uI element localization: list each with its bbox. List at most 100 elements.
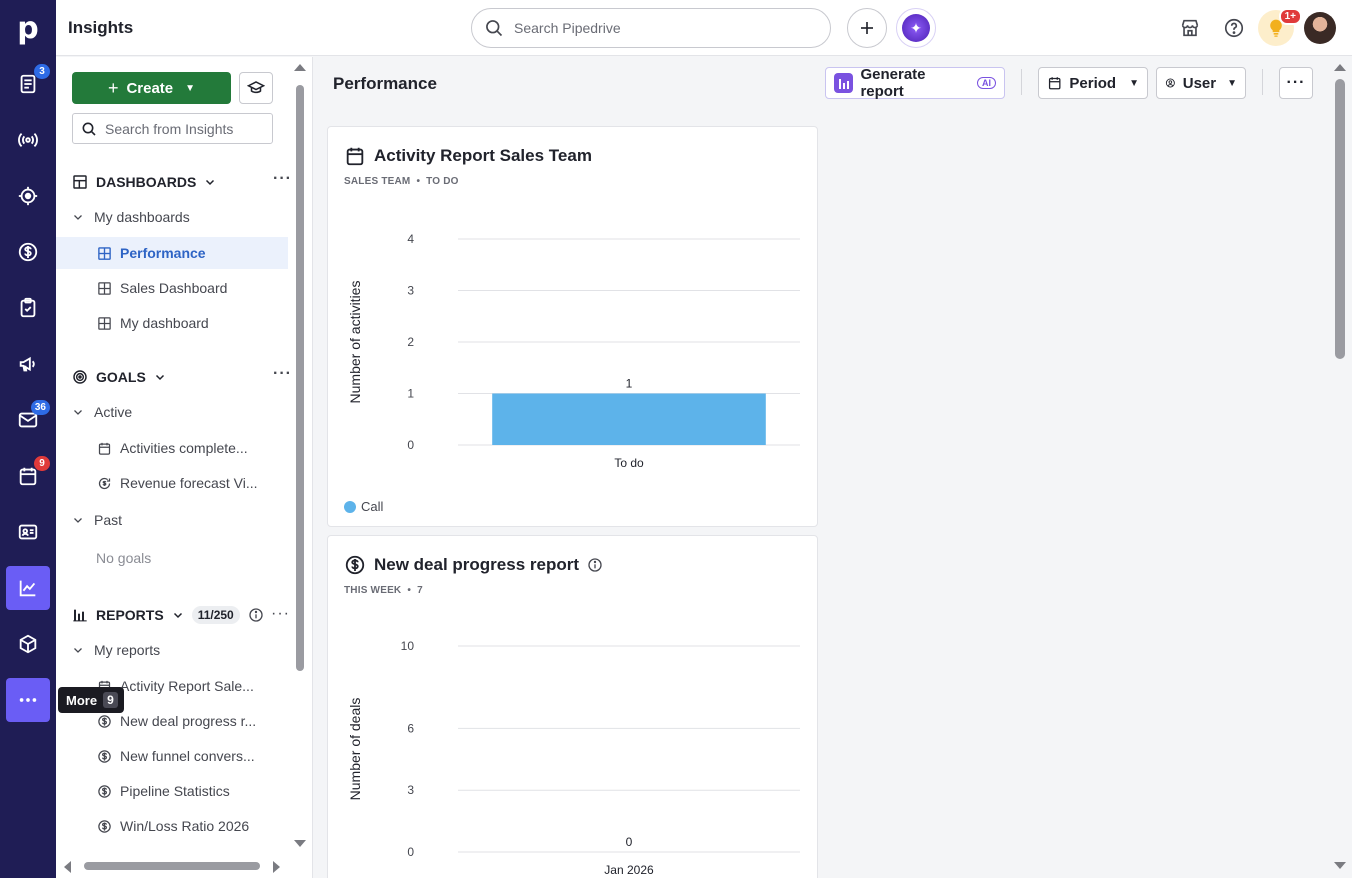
report-item-pipeline-statistics[interactable]: Pipeline Statistics <box>56 775 288 807</box>
leads-icon[interactable]: 3 <box>6 62 50 106</box>
ai-assistant-button[interactable]: ✦ <box>896 8 936 48</box>
info-icon[interactable] <box>587 557 603 573</box>
dollar-icon <box>96 713 112 729</box>
sidebar-h-scrollbar[interactable] <box>56 856 290 878</box>
goal-item-activities[interactable]: Activities complete... <box>56 432 288 464</box>
learn-button[interactable] <box>239 72 273 104</box>
active-goals-label: Active <box>94 404 133 420</box>
dashboard-item-performance[interactable]: Performance <box>56 237 288 269</box>
report-item-label: Activity Report Sale... <box>120 678 254 694</box>
report-card-deal-progress[interactable]: New deal progress report THIS WEEK • 7 N… <box>327 535 818 878</box>
contacts-icon[interactable] <box>6 510 50 554</box>
scroll-up-arrow-icon[interactable] <box>1333 62 1347 72</box>
y-tick-label: 10 <box>401 639 415 653</box>
help-icon[interactable] <box>1220 14 1248 42</box>
calendar-icon[interactable]: 9 <box>6 454 50 498</box>
h-scroll-thumb[interactable] <box>84 862 260 870</box>
scroll-down-arrow-icon[interactable] <box>293 839 307 849</box>
x-tick-label: To do <box>614 456 644 470</box>
goal-target-icon <box>73 370 87 384</box>
user-filter-button[interactable]: User ▼ <box>1156 67 1246 99</box>
sidebar-scroll-thumb[interactable] <box>296 85 304 671</box>
marketplace-icon[interactable] <box>1176 14 1204 42</box>
card-meta-count: 7 <box>417 585 423 596</box>
chart-legend[interactable]: Call <box>344 499 383 514</box>
period-filter-button[interactable]: Period ▼ <box>1038 67 1148 99</box>
reports-header[interactable]: REPORTS 11/250 <box>72 603 287 627</box>
mail-icon[interactable]: 36 <box>6 398 50 442</box>
broadcast-icon[interactable] <box>6 118 50 162</box>
dollar-icon[interactable] <box>6 230 50 274</box>
calendar-badge: 9 <box>34 456 50 471</box>
data-label: 0 <box>626 835 633 849</box>
caret-down-icon: ▼ <box>185 82 196 94</box>
card-title: New deal progress report <box>344 554 603 576</box>
toolbar-divider <box>1021 69 1022 95</box>
scroll-right-arrow-icon[interactable] <box>272 860 282 874</box>
pipedrive-logo[interactable]: p <box>0 0 56 56</box>
chevron-down-icon <box>155 374 164 381</box>
insights-search-input[interactable] <box>105 120 265 137</box>
chevron-down-icon <box>173 612 182 619</box>
more-actions-button[interactable]: ··· <box>1279 67 1313 99</box>
dollar-icon <box>345 555 365 575</box>
my-reports-group[interactable]: My reports <box>72 638 160 662</box>
clipboard-check-icon[interactable] <box>6 286 50 330</box>
main-scrollbar[interactable] <box>1328 57 1352 878</box>
main-scroll-thumb[interactable] <box>1335 79 1345 359</box>
past-goals-group[interactable]: Past <box>72 508 122 532</box>
scroll-up-arrow-icon[interactable] <box>293 62 307 72</box>
scroll-left-arrow-icon[interactable] <box>62 860 72 874</box>
quick-add-button[interactable] <box>847 8 887 48</box>
global-search-input[interactable] <box>514 20 794 36</box>
meta-separator: • <box>416 176 421 187</box>
calendar-icon <box>1048 77 1061 90</box>
meta-separator: • <box>407 585 412 596</box>
scroll-down-arrow-icon[interactable] <box>1333 861 1347 871</box>
dashboard-item-my-dashboard[interactable]: My dashboard <box>56 307 288 339</box>
report-item-win-loss[interactable]: Win/Loss Ratio 2026 <box>56 810 288 842</box>
insights-chart-icon[interactable] <box>6 566 50 610</box>
card-title-text: New deal progress report <box>374 555 580 574</box>
info-icon[interactable] <box>248 607 264 623</box>
dashboard-item-label: Performance <box>120 245 206 261</box>
goal-item-revenue-forecast[interactable]: Revenue forecast Vi... <box>56 467 288 499</box>
global-search[interactable] <box>471 8 831 48</box>
y-tick-label: 3 <box>407 284 414 298</box>
top-bar: Insights ✦ 1+ <box>56 0 1352 56</box>
reports-more-icon[interactable]: ··· <box>271 605 290 623</box>
data-label: 1 <box>626 377 633 391</box>
box-icon[interactable] <box>6 622 50 666</box>
nav-rail: p 3 36 9 <box>0 0 56 878</box>
sidebar-scrollbar[interactable] <box>290 57 312 857</box>
my-dashboards-group[interactable]: My dashboards <box>72 205 190 229</box>
dashboard-grid-icon <box>73 175 87 189</box>
dollar-icon <box>96 783 112 799</box>
megaphone-icon[interactable] <box>6 342 50 386</box>
y-tick-label: 6 <box>407 721 414 735</box>
insights-search[interactable] <box>72 113 273 144</box>
active-goals-group[interactable]: Active <box>72 400 132 424</box>
bar-chart-icon <box>73 609 87 622</box>
tips-button[interactable]: 1+ <box>1258 8 1302 46</box>
y-tick-label: 2 <box>407 335 414 349</box>
create-button[interactable]: + Create ▼ <box>72 72 231 104</box>
dashboard-item-sales-dashboard[interactable]: Sales Dashboard <box>56 272 288 304</box>
goals-header[interactable]: GOALS ··· <box>72 365 292 389</box>
report-item-funnel-conversion[interactable]: New funnel convers... <box>56 740 288 772</box>
activity-bar-chart: Number of activities 0 1 2 3 4 1 To do <box>347 232 800 470</box>
more-icon[interactable] <box>6 678 50 722</box>
goal-item-label: Revenue forecast Vi... <box>120 475 258 491</box>
leads-badge: 3 <box>34 64 50 79</box>
target-icon[interactable] <box>6 174 50 218</box>
y-tick-label: 4 <box>407 232 414 246</box>
dashboards-heading: DASHBOARDS <box>96 174 197 190</box>
generate-report-button[interactable]: Generate report AI <box>825 66 1005 100</box>
report-card-activity[interactable]: Activity Report Sales Team SALES TEAM • … <box>327 126 818 527</box>
card-title: Activity Report Sales Team <box>344 145 592 167</box>
goals-heading: GOALS <box>96 369 146 385</box>
ai-report-icon <box>834 73 854 93</box>
avatar[interactable] <box>1304 12 1336 44</box>
create-label: Create <box>126 79 174 97</box>
dashboards-header[interactable]: DASHBOARDS ··· <box>72 170 292 194</box>
